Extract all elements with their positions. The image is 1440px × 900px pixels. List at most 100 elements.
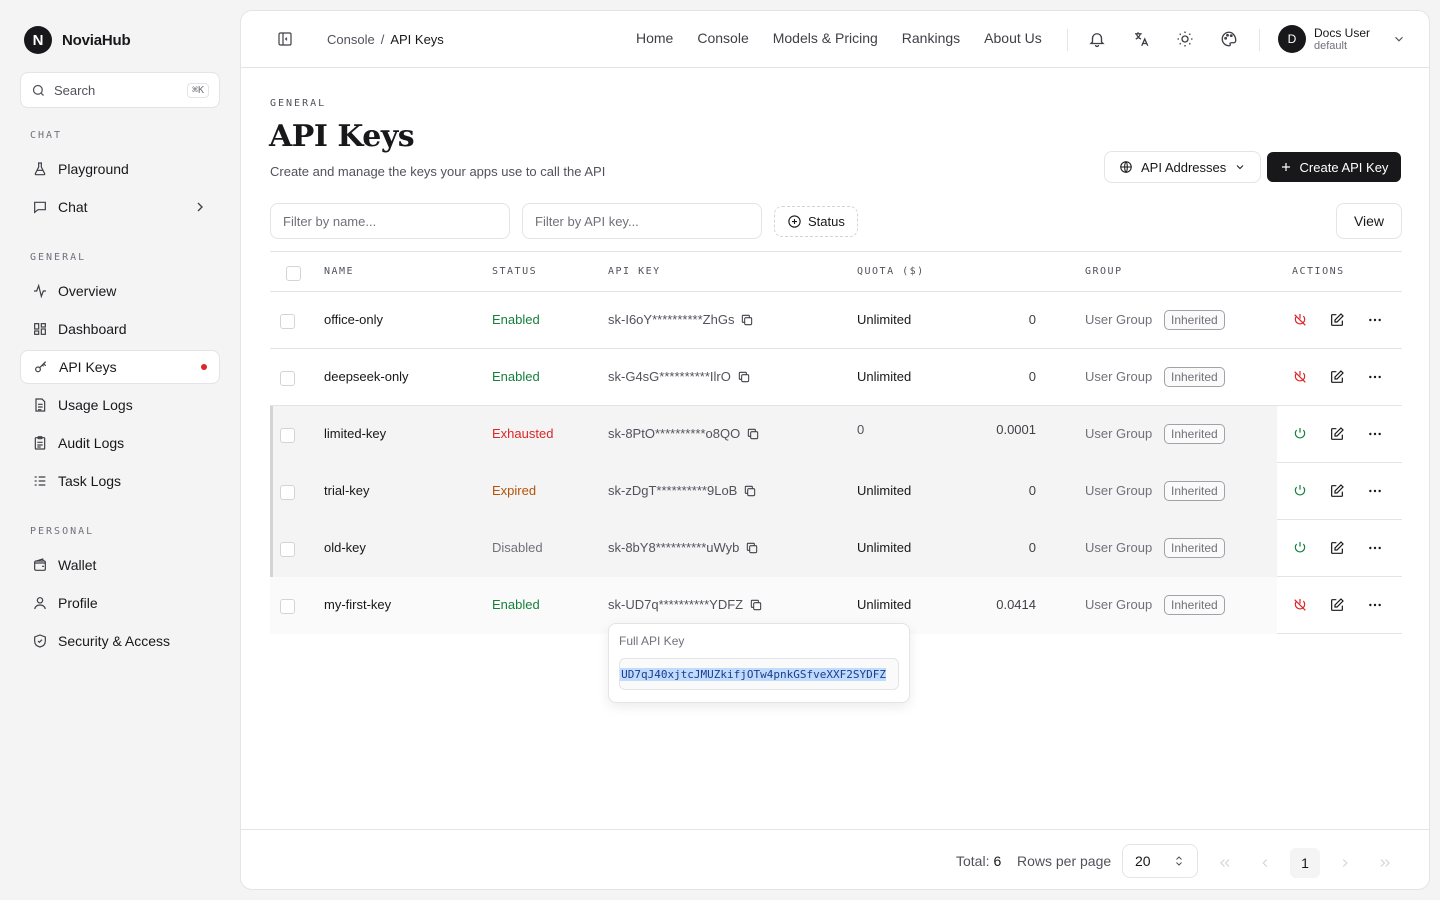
table-row: deepseek-only Enabled sk-G4sG**********Ilr…: [270, 349, 1402, 406]
nav-console[interactable]: Console: [697, 30, 748, 46]
more-horizontal-icon[interactable]: [1367, 483, 1383, 499]
masked-api-key[interactable]: sk-I6oY**********ZhGs: [608, 312, 734, 327]
power-on-icon[interactable]: [1292, 426, 1308, 442]
copy-icon[interactable]: [740, 313, 754, 327]
api-key-cell: sk-zDgT**********9LoB: [608, 483, 757, 498]
palette-icon[interactable]: [1220, 30, 1238, 48]
column-header-api-key[interactable]: API KEY: [608, 266, 661, 277]
select-all-checkbox[interactable]: [286, 266, 301, 281]
api-addresses-button[interactable]: API Addresses: [1104, 151, 1262, 183]
edit-icon[interactable]: [1329, 597, 1345, 613]
rows-per-page-select[interactable]: 20: [1122, 844, 1198, 878]
more-horizontal-icon[interactable]: [1367, 426, 1383, 442]
power-on-icon[interactable]: [1292, 483, 1308, 499]
view-button[interactable]: View: [1336, 203, 1402, 239]
row-checkbox[interactable]: [280, 428, 295, 443]
key-name: trial-key: [324, 483, 370, 498]
plus-circle-icon: [788, 215, 801, 228]
group-text: User Group: [1085, 483, 1153, 498]
masked-api-key[interactable]: sk-8bY8**********uWyb: [608, 540, 739, 555]
first-page-button[interactable]: [1210, 848, 1240, 878]
row-checkbox[interactable]: [280, 314, 295, 329]
sidebar-item-profile[interactable]: Profile: [20, 586, 220, 620]
create-api-key-button[interactable]: Create API Key: [1267, 152, 1401, 182]
full-api-key-value[interactable]: sk-UD7qJ40xjtcJMUZkifjOTw4pnkGSfveXXF2SY…: [620, 667, 886, 681]
filter-key-input[interactable]: Filter by API key...: [522, 203, 762, 239]
nav-home[interactable]: Home: [636, 30, 673, 46]
copy-icon[interactable]: [746, 427, 760, 441]
nav-about-us[interactable]: About Us: [984, 30, 1042, 46]
sidebar-item-wallet[interactable]: Wallet: [20, 548, 220, 582]
sidebar-item-task-logs[interactable]: Task Logs: [20, 464, 220, 498]
more-horizontal-icon[interactable]: [1367, 312, 1383, 328]
sidebar-item-api-keys[interactable]: API Keys: [20, 350, 220, 384]
divider: [1259, 29, 1260, 51]
copy-icon[interactable]: [749, 598, 763, 612]
row-checkbox[interactable]: [280, 371, 295, 386]
table-row: old-key Disabled sk-8bY8**********uWyb Unli…: [270, 520, 1402, 577]
column-header-name[interactable]: NAME: [324, 266, 354, 277]
sun-icon[interactable]: [1176, 30, 1194, 48]
last-page-button[interactable]: [1370, 848, 1400, 878]
status-filter-button[interactable]: Status: [774, 206, 858, 237]
topbar: Console / API Keys Home Console Models &…: [241, 11, 1429, 68]
sidebar-item-audit-logs[interactable]: Audit Logs: [20, 426, 220, 460]
nav-models-pricing[interactable]: Models & Pricing: [773, 30, 878, 46]
edit-icon[interactable]: [1329, 540, 1345, 556]
sidebar-item-overview[interactable]: Overview: [20, 274, 220, 308]
row-checkbox[interactable]: [280, 542, 295, 557]
key-name: office-only: [324, 312, 384, 327]
sidebar-item-dashboard[interactable]: Dashboard: [20, 312, 220, 346]
copy-icon[interactable]: [737, 370, 751, 384]
column-header-actions: ACTIONS: [1292, 266, 1345, 277]
sidebar-item-chat[interactable]: Chat: [20, 190, 220, 224]
status-filter-label: Status: [808, 214, 845, 229]
filter-name-input[interactable]: Filter by name...: [270, 203, 510, 239]
column-header-group[interactable]: GROUP: [1085, 266, 1123, 277]
power-on-icon[interactable]: [1292, 540, 1308, 556]
search-box[interactable]: Search ⌘K: [20, 72, 220, 108]
prev-page-button[interactable]: [1250, 848, 1280, 878]
power-off-icon[interactable]: [1292, 597, 1308, 613]
sidebar-item-usage-logs[interactable]: Usage Logs: [20, 388, 220, 422]
more-horizontal-icon[interactable]: [1367, 369, 1383, 385]
sidebar-toggle-icon[interactable]: [277, 31, 293, 47]
column-header-status[interactable]: STATUS: [492, 266, 537, 277]
next-page-button[interactable]: [1330, 848, 1360, 878]
user-menu[interactable]: D Docs User default: [1278, 25, 1406, 53]
sidebar-item-security-access[interactable]: Security & Access: [20, 624, 220, 658]
more-horizontal-icon[interactable]: [1367, 597, 1383, 613]
sidebar-item-label: Dashboard: [58, 321, 127, 337]
masked-api-key[interactable]: sk-UD7q**********YDFZ: [608, 597, 743, 612]
full-api-key-field[interactable]: sk-UD7qJ40xjtcJMUZkifjOTw4pnkGSfveXXF2SY…: [619, 658, 899, 690]
sidebar-item-label: Overview: [58, 283, 117, 299]
edit-icon[interactable]: [1329, 483, 1345, 499]
quota-value: 0: [857, 422, 865, 437]
file-icon: [35, 398, 46, 412]
column-header-quota[interactable]: QUOTA ($): [857, 266, 925, 277]
masked-api-key[interactable]: sk-8PtO**********o8QO: [608, 426, 740, 441]
chevrons-right-icon: [1380, 859, 1390, 867]
edit-icon[interactable]: [1329, 426, 1345, 442]
row-checkbox[interactable]: [280, 485, 295, 500]
page-number-button[interactable]: 1: [1290, 848, 1320, 878]
breadcrumb-console[interactable]: Console: [327, 32, 375, 47]
group-text: User Group: [1085, 312, 1153, 327]
sidebar-item-playground[interactable]: Playground: [20, 152, 220, 186]
edit-icon[interactable]: [1329, 312, 1345, 328]
more-horizontal-icon[interactable]: [1367, 540, 1383, 556]
chevrons-left-icon: [1220, 859, 1230, 867]
masked-api-key[interactable]: sk-G4sG**********IlrO: [608, 369, 731, 384]
brand[interactable]: N NoviaHub: [24, 26, 131, 54]
edit-icon[interactable]: [1329, 369, 1345, 385]
nav-rankings[interactable]: Rankings: [902, 30, 960, 46]
copy-icon[interactable]: [745, 541, 759, 555]
bell-icon[interactable]: [1088, 30, 1106, 48]
row-checkbox[interactable]: [280, 599, 295, 614]
translate-icon[interactable]: [1132, 30, 1150, 48]
copy-icon[interactable]: [743, 484, 757, 498]
used-value: 0: [1028, 540, 1036, 555]
masked-api-key[interactable]: sk-zDgT**********9LoB: [608, 483, 737, 498]
power-off-icon[interactable]: [1292, 369, 1308, 385]
power-off-icon[interactable]: [1292, 312, 1308, 328]
